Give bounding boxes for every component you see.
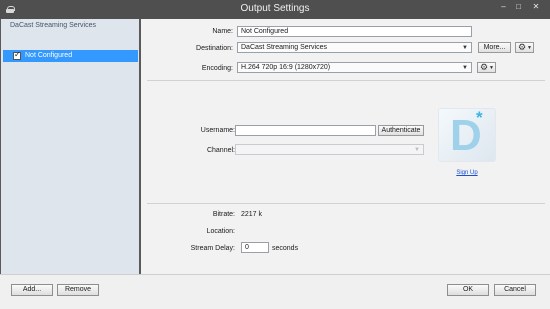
destination-label: Destination: bbox=[196, 45, 233, 52]
sidebar-header: DaCast Streaming Services bbox=[10, 22, 96, 29]
name-label: Name: bbox=[212, 28, 233, 35]
add-button[interactable]: Add... bbox=[11, 284, 53, 296]
footer-bar: Add... Remove OK Cancel bbox=[0, 274, 550, 309]
encoding-select[interactable]: H.264 720p 16:9 (1280x720) ▼ bbox=[237, 62, 472, 73]
more-button[interactable]: More... bbox=[478, 42, 511, 53]
username-label: Username: bbox=[200, 127, 235, 134]
channel-select[interactable]: ▼ bbox=[235, 144, 424, 155]
separator bbox=[147, 80, 545, 81]
destination-gear-button[interactable]: ⚙ ▼ bbox=[515, 42, 534, 53]
chevron-down-icon: ▼ bbox=[527, 45, 532, 51]
sign-up-link[interactable]: Sign Up bbox=[448, 170, 486, 176]
gear-icon: ⚙ bbox=[480, 62, 489, 72]
channel-label: Channel: bbox=[206, 147, 235, 154]
username-field[interactable] bbox=[235, 125, 376, 136]
location-label: Location: bbox=[206, 228, 235, 235]
destination-value: DaCast Streaming Services bbox=[241, 44, 327, 51]
gear-icon: ⚙ bbox=[518, 42, 527, 52]
window-title: Output Settings bbox=[240, 3, 310, 14]
chevron-down-icon: ▼ bbox=[414, 147, 420, 153]
window-controls: – □ ✕ bbox=[496, 0, 546, 13]
encoding-label: Encoding: bbox=[201, 65, 233, 72]
stream-delay-unit: seconds bbox=[272, 245, 299, 252]
settings-panel: Name: Not Configured Destination: DaCast… bbox=[141, 19, 550, 274]
dacast-logo: D * bbox=[438, 108, 496, 162]
destination-select[interactable]: DaCast Streaming Services ▼ bbox=[237, 42, 472, 53]
cancel-button[interactable]: Cancel bbox=[494, 284, 536, 296]
output-enabled-checkbox[interactable]: ✓ bbox=[13, 50, 21, 60]
ok-button[interactable]: OK bbox=[447, 284, 489, 296]
chevron-down-icon: ▼ bbox=[462, 45, 468, 51]
sidebar-item-not-configured[interactable]: ✓ Not Configured bbox=[3, 50, 138, 62]
bitrate-label: Bitrate: bbox=[212, 211, 235, 218]
separator bbox=[147, 203, 545, 204]
encoding-gear-button[interactable]: ⚙ ▼ bbox=[477, 62, 496, 73]
name-field[interactable]: Not Configured bbox=[237, 26, 472, 37]
remove-button[interactable]: Remove bbox=[57, 284, 99, 296]
stream-delay-field[interactable]: 0 bbox=[241, 242, 269, 253]
close-button[interactable]: ✕ bbox=[526, 0, 546, 13]
logo-star: * bbox=[476, 108, 483, 127]
minimize-button[interactable]: – bbox=[496, 0, 511, 13]
chevron-down-icon: ▼ bbox=[489, 65, 494, 71]
title-bar: Output Settings – □ ✕ bbox=[0, 0, 550, 19]
check-icon: ✓ bbox=[14, 50, 21, 59]
maximize-button[interactable]: □ bbox=[511, 0, 526, 13]
stream-delay-label: Stream Delay: bbox=[190, 245, 235, 252]
encoding-value: H.264 720p 16:9 (1280x720) bbox=[241, 64, 331, 71]
bitrate-value: 2217 k bbox=[241, 211, 263, 218]
sidebar-item-label: Not Configured bbox=[25, 52, 73, 59]
authenticate-button[interactable]: Authenticate bbox=[378, 125, 424, 136]
service-sidebar: DaCast Streaming Services ✓ Not Configur… bbox=[1, 19, 139, 274]
chevron-down-icon: ▼ bbox=[462, 65, 468, 71]
